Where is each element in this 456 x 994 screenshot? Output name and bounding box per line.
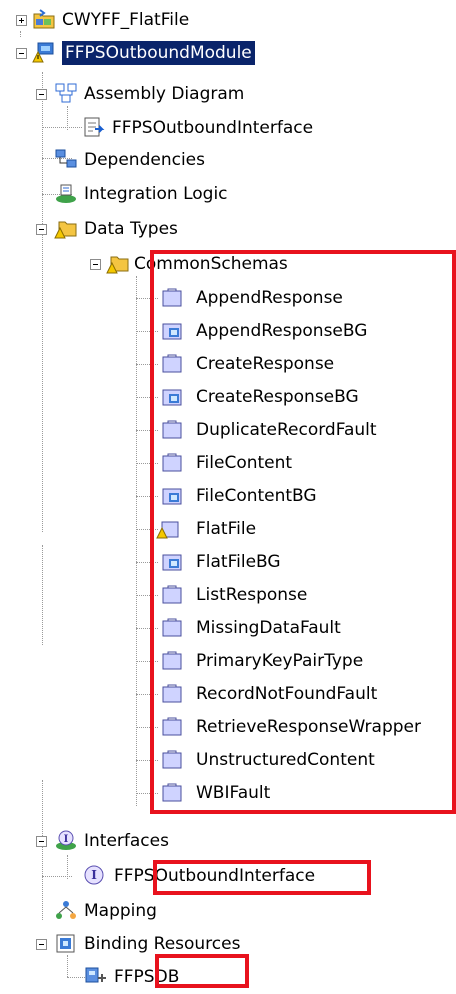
tree-item-label: Integration Logic: [84, 184, 228, 204]
tree-item-label: FFPSOutboundModule: [62, 41, 255, 65]
tree-item-label: FFPSOutboundInterface: [112, 118, 314, 138]
tree-item-label: Mapping: [84, 901, 157, 921]
tree-item-integration-logic[interactable]: Integration Logic: [0, 178, 320, 211]
highlight-box-interface: [153, 860, 371, 895]
tree-item-cwyff-flatfile[interactable]: CWYFF_FlatFile: [0, 4, 260, 37]
module-warning-icon: [32, 42, 54, 63]
schema-folder-warning-icon: [106, 256, 129, 274]
collapse-icon[interactable]: [36, 939, 47, 950]
tree-item-mapping[interactable]: Mapping: [0, 895, 320, 928]
tree-item-label: Dependencies: [84, 150, 205, 170]
tree-item-assembly-diagram[interactable]: Assembly Diagram: [0, 78, 320, 111]
dependencies-icon: [55, 149, 77, 168]
collapse-icon[interactable]: [36, 836, 47, 847]
highlight-box-business-objects: [150, 250, 456, 814]
collapse-icon[interactable]: [90, 259, 101, 270]
collapse-icon[interactable]: [36, 224, 47, 235]
tree-item-ffpsoutboundmodule[interactable]: FFPSOutboundModule: [0, 37, 320, 70]
binding-configuration-icon: [85, 967, 106, 983]
tree-item-dependencies[interactable]: Dependencies: [0, 144, 320, 177]
tree-item-label: Data Types: [84, 219, 178, 239]
mapping-icon: [56, 901, 76, 919]
tree-item-label: Binding Resources: [84, 934, 241, 954]
tree-item-label: Interfaces: [84, 831, 169, 851]
tree-item-assembly-interface[interactable]: FFPSOutboundInterface: [0, 112, 380, 145]
data-types-folder-warning-icon: [54, 221, 77, 239]
collapse-icon[interactable]: [16, 48, 27, 59]
svg-text:I: I: [91, 868, 97, 882]
export-interface-icon: [84, 117, 105, 137]
tree-item-data-types[interactable]: Data Types: [0, 213, 320, 246]
interfaces-icon: I: [56, 830, 76, 850]
integration-logic-icon: [56, 184, 76, 203]
tree-item-label: CWYFF_FlatFile: [62, 10, 190, 30]
project-folder-icon: [33, 9, 55, 29]
collapse-icon[interactable]: [36, 89, 47, 100]
assembly-diagram-icon: [55, 83, 77, 103]
svg-text:I: I: [64, 834, 69, 845]
project-explorer-tree: CWYFF_FlatFile FFPSOutboundModule Assemb…: [0, 0, 456, 988]
binding-resources-icon: [56, 934, 75, 953]
tree-item-label: Assembly Diagram: [84, 84, 245, 104]
highlight-box-ffpsdb: [155, 954, 249, 988]
interface-icon: I: [84, 865, 104, 885]
tree-item-interfaces[interactable]: I Interfaces: [0, 825, 320, 858]
expand-icon[interactable]: [16, 15, 27, 26]
